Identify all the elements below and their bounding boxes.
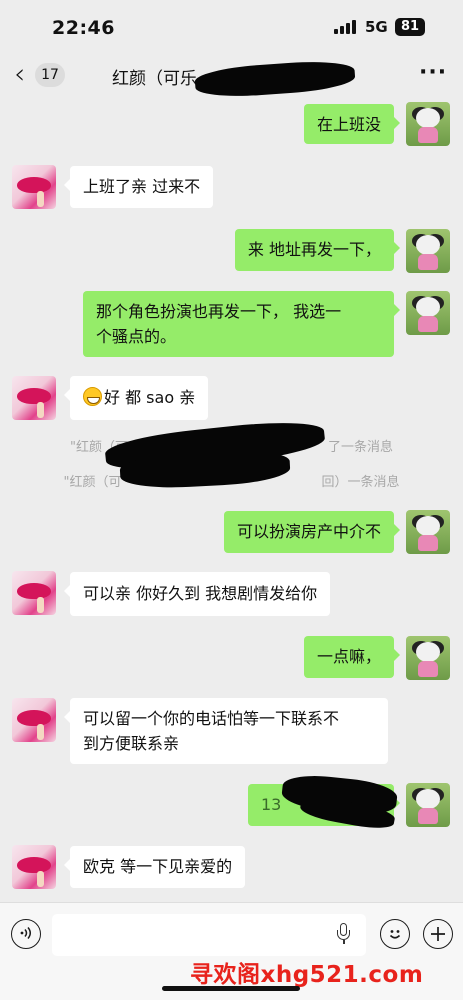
- home-indicator: [162, 986, 300, 991]
- my-avatar[interactable]: [406, 636, 450, 680]
- my-avatar[interactable]: [406, 783, 450, 827]
- sent-message[interactable]: 可以扮演房产中介不: [223, 511, 401, 553]
- my-avatar[interactable]: [406, 510, 450, 554]
- received-message[interactable]: 好 都 sao 亲: [63, 376, 209, 420]
- my-avatar[interactable]: [406, 229, 450, 273]
- sent-message[interactable]: 一点嘛，: [303, 636, 401, 678]
- more-options-icon[interactable]: ···: [419, 60, 447, 85]
- cellular-signal-icon: [334, 20, 358, 34]
- message-text: 13: [261, 795, 282, 814]
- sent-message[interactable]: 来 地址再发一下，: [234, 229, 401, 271]
- sent-message[interactable]: 那个角色扮演也再发一下， 我选一 个骚点的。: [83, 291, 400, 357]
- contact-avatar[interactable]: [12, 698, 56, 742]
- message-text: 来 地址再发一下，: [247, 240, 381, 259]
- message-text: 欧克 等一下见亲爱的: [83, 857, 233, 876]
- microphone-icon[interactable]: [337, 923, 350, 945]
- received-message[interactable]: 上班了亲 过来不: [63, 166, 214, 208]
- my-avatar[interactable]: [406, 102, 450, 146]
- message-text: 好 都 sao 亲: [104, 388, 196, 407]
- watermark-text: 寻欢阁xhg521.com: [190, 962, 424, 988]
- message-text: 一点嘛，: [316, 647, 381, 666]
- network-type: 5G: [365, 18, 388, 36]
- sent-message[interactable]: 在上班没: [303, 104, 401, 144]
- contact-avatar[interactable]: [12, 845, 56, 889]
- received-message[interactable]: 可以留一个你的电话怕等一下联系不 到方便联系亲: [64, 698, 388, 764]
- voice-icon[interactable]: [11, 919, 41, 949]
- message-text-line: 个骚点的。: [96, 327, 177, 346]
- message-text: 上班了亲 过来不: [83, 177, 201, 196]
- contact-avatar[interactable]: [12, 571, 56, 615]
- status-bar: 22:46 5G 81: [0, 0, 463, 56]
- contact-avatar[interactable]: [12, 165, 56, 209]
- message-text-line: 到方便联系亲: [83, 734, 180, 753]
- grinning-face-emoji-icon: [83, 387, 102, 406]
- plus-icon[interactable]: [423, 919, 453, 949]
- emoji-icon[interactable]: [380, 919, 410, 949]
- message-input[interactable]: [52, 914, 366, 956]
- back-chevron-icon[interactable]: ‹: [14, 60, 25, 88]
- clock: 22:46: [52, 17, 115, 39]
- battery-icon: 81: [395, 18, 425, 36]
- unread-count-badge[interactable]: 17: [35, 63, 65, 87]
- received-message[interactable]: 可以亲 你好久到 我想剧情发给你: [63, 572, 331, 616]
- message-text: 可以扮演房产中介不: [236, 522, 381, 541]
- contact-avatar[interactable]: [12, 376, 56, 420]
- message-text: 可以亲 你好久到 我想剧情发给你: [83, 584, 318, 603]
- my-avatar[interactable]: [406, 291, 450, 335]
- received-message[interactable]: 欧克 等一下见亲爱的: [63, 846, 246, 888]
- message-text-line: 可以留一个你的电话怕等一下联系不: [83, 709, 340, 728]
- message-text-line: 那个角色扮演也再发一下， 我选一: [96, 302, 342, 321]
- message-text: 在上班没: [316, 115, 381, 134]
